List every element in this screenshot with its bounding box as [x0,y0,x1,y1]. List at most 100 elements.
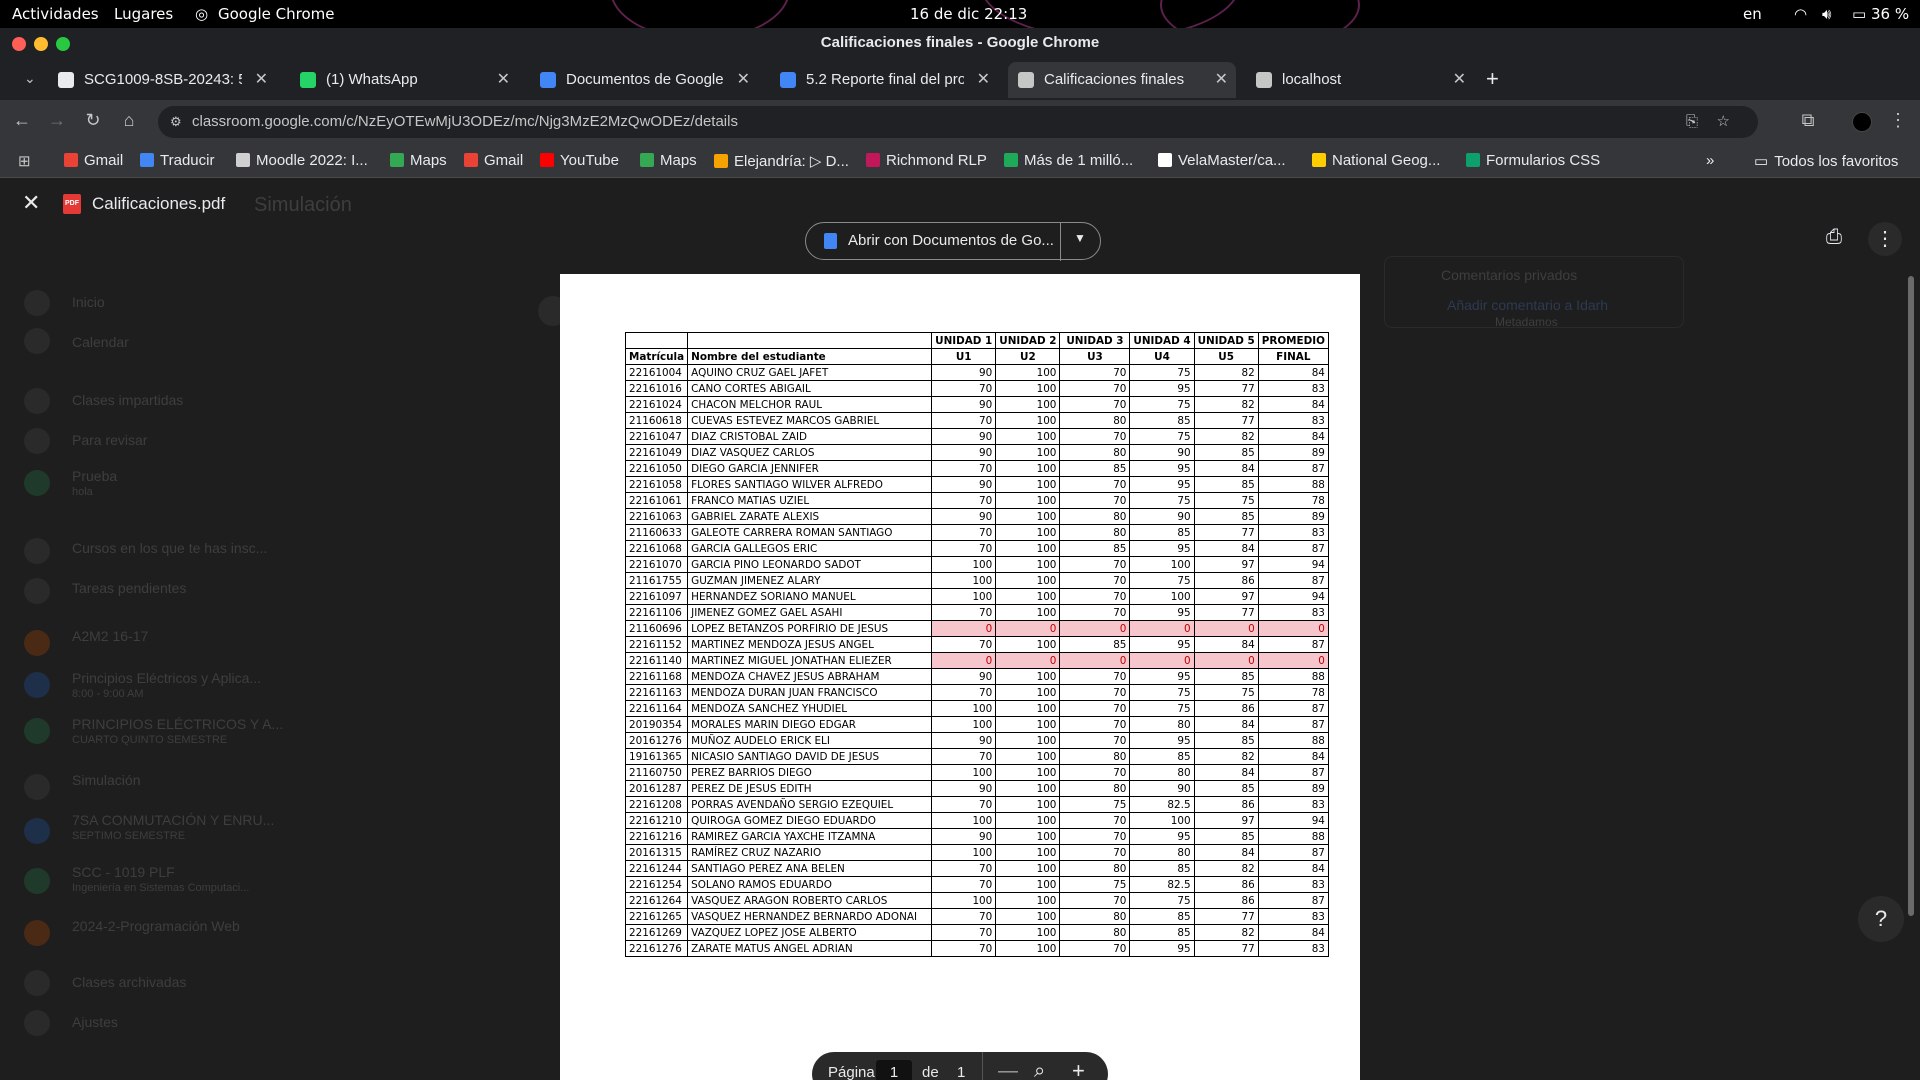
volume-icon[interactable]: 🔊︎ [1822,5,1831,23]
name-cell: CUEVAS ESTEVEZ MARCOS GABRIEL [687,412,933,429]
all-bookmarks-label: Todos los favoritos [1774,153,1899,170]
bookmark-item[interactable]: Maps [640,152,697,169]
reload-icon[interactable]: ↻ [81,110,105,131]
bookmark-item[interactable]: Moodle 2022: I... [236,152,368,169]
bookmark-item[interactable]: Maps [390,152,447,169]
site-info-icon[interactable]: ⚙ [170,106,182,138]
matricula-cell: 22161058 [624,476,689,493]
grade-cell: 100 [995,860,1061,877]
grade-cell: 70 [1059,572,1131,589]
grade-cell: 70 [931,908,997,925]
bookmark-item[interactable]: Gmail [464,152,523,169]
bookmark-item[interactable]: Richmond RLP [866,152,987,169]
tab-2[interactable]: (1) WhatsApp ✕ [290,62,518,98]
page-number-input[interactable]: 1 [876,1060,912,1080]
name-cell: LOPEZ BETANZOS PORFIRIO DE JESUS [687,620,933,637]
apps-grid-icon[interactable]: ⊞ [18,152,31,170]
pdf-file-icon: PDF [63,194,81,214]
bookmark-item[interactable]: YouTube [540,152,619,169]
tab-search-icon[interactable]: ⌄ [24,70,36,87]
grade-cell: 80 [1059,748,1131,765]
help-button[interactable]: ? [1858,896,1904,942]
bookmarks-overflow-icon[interactable]: » [1706,152,1714,169]
close-window-button[interactable] [12,37,26,51]
chrome-menu-icon[interactable]: ⋮ [1886,110,1910,131]
close-tab-icon[interactable]: ✕ [977,62,990,98]
sidebar-course-icon [24,328,50,354]
close-tab-icon[interactable]: ✕ [737,62,750,98]
bookmark-item[interactable]: VelaMaster/ca... [1158,152,1286,169]
grade-cell: 87 [1257,892,1329,909]
close-tab-icon[interactable]: ✕ [1453,62,1466,98]
grade-cell: 85 [1193,780,1259,797]
grade-cell: 100 [995,924,1061,941]
grade-cell: 94 [1257,588,1329,605]
open-with-button[interactable]: Abrir con Documentos de Go... ▼ [805,222,1101,261]
forward-arrow-icon[interactable]: → [45,110,69,131]
grade-cell: 0 [1193,652,1259,669]
tab-3[interactable]: Documentos de Google ✕ [530,62,758,98]
tab-5[interactable]: Calificaciones finales ✕ [1008,62,1236,98]
bookmark-item[interactable]: Elejandría: ▷ D... [714,152,849,170]
print-icon[interactable]: ⎙ [1826,226,1842,249]
page-scrollbar[interactable] [1908,276,1914,916]
wifi-icon[interactable]: ◠ [1794,5,1807,23]
bookmark-item[interactable]: Traducir [140,152,214,169]
places-menu[interactable]: Lugares [114,5,173,23]
chevron-down-icon[interactable]: ▼ [1074,231,1086,245]
new-tab-icon[interactable]: + [1486,66,1499,92]
matricula-cell: 19161365 [624,748,689,765]
tab-6[interactable]: localhost ✕ [1246,62,1474,98]
grade-cell: 75 [1193,492,1259,509]
more-options-icon[interactable]: ⋮ [1868,222,1902,256]
bookmark-item[interactable]: National Geog... [1312,152,1440,169]
close-tab-icon[interactable]: ✕ [255,62,268,98]
grade-cell: 86 [1193,876,1259,893]
clock[interactable]: 16 de dic 22:13 [910,5,1027,23]
home-icon[interactable]: ⌂ [117,110,141,131]
profile-avatar[interactable] [1852,112,1872,132]
back-arrow-icon[interactable]: ← [10,110,34,131]
name-cell: GUZMAN JIMENEZ ALARY [687,572,933,589]
name-cell: QUIROGA GOMEZ DIEGO EDUARDO [687,812,933,829]
app-menu[interactable]: Google Chrome [218,5,335,23]
activities-button[interactable]: Actividades [12,5,99,23]
bookmark-item[interactable]: Formularios CSS [1466,152,1600,169]
tab-label: Calificaciones finales [1044,71,1185,88]
grade-cell: 82 [1193,396,1259,413]
zoom-in-icon[interactable]: + [1072,1058,1085,1080]
name-cell: DIAZ CRISTOBAL ZAID [687,428,933,445]
grade-cell: 100 [995,540,1061,557]
grade-cell: 0 [1129,620,1195,637]
close-icon[interactable]: ✕ [22,190,40,216]
grade-cell: 70 [1059,668,1131,685]
battery-icon[interactable]: ▭ [1852,5,1866,23]
sidebar-item-dimmed: A2M2 16-17 [72,628,149,644]
bookmark-star-icon[interactable]: ☆ [1717,106,1730,138]
header-cell: UNIDAD 3 [1059,332,1131,349]
extensions-icon[interactable]: ⧉ [1796,110,1820,131]
address-bar[interactable]: ⚙ classroom.google.com/c/NzEyOTEwMjU3ODE… [158,106,1758,138]
table-row: 22161254 SOLANO RAMOS EDUARDO 70 100 75 82.5 8… [624,876,1329,893]
grade-cell: 0 [1129,652,1195,669]
system-top-bar: Actividades Lugares ◎ Google Chrome 16 d… [0,0,1920,28]
minimize-window-button[interactable] [34,37,48,51]
bookmark-item[interactable]: Más de 1 milló... [1004,152,1133,169]
table-row: 21160618 CUEVAS ESTEVEZ MARCOS GABRIEL 70 1… [624,412,1329,429]
grade-cell: 100 [995,572,1061,589]
close-tab-icon[interactable]: ✕ [1215,62,1228,98]
bookmark-item[interactable]: Gmail [64,152,123,169]
zoom-out-icon[interactable]: — [998,1060,1018,1080]
language-indicator[interactable]: en [1743,5,1762,23]
header-cell: Matrícula [624,348,689,365]
maximize-window-button[interactable] [56,37,70,51]
close-tab-icon[interactable]: ✕ [497,62,510,98]
grade-cell: 70 [931,796,997,813]
install-app-icon[interactable]: ⎘ [1686,106,1698,138]
all-bookmarks[interactable]: ▭ Todos los favoritos [1754,152,1898,170]
zoom-icon[interactable]: ⌕ [1034,1060,1045,1080]
grade-cell: 100 [995,764,1061,781]
tab-1[interactable]: SCG1009-8SB-20243: 5.2 ✕ [48,62,276,98]
bookmark-label: Más de 1 milló... [1024,152,1134,169]
tab-4[interactable]: 5.2 Reporte final del pro ✕ [770,62,998,98]
